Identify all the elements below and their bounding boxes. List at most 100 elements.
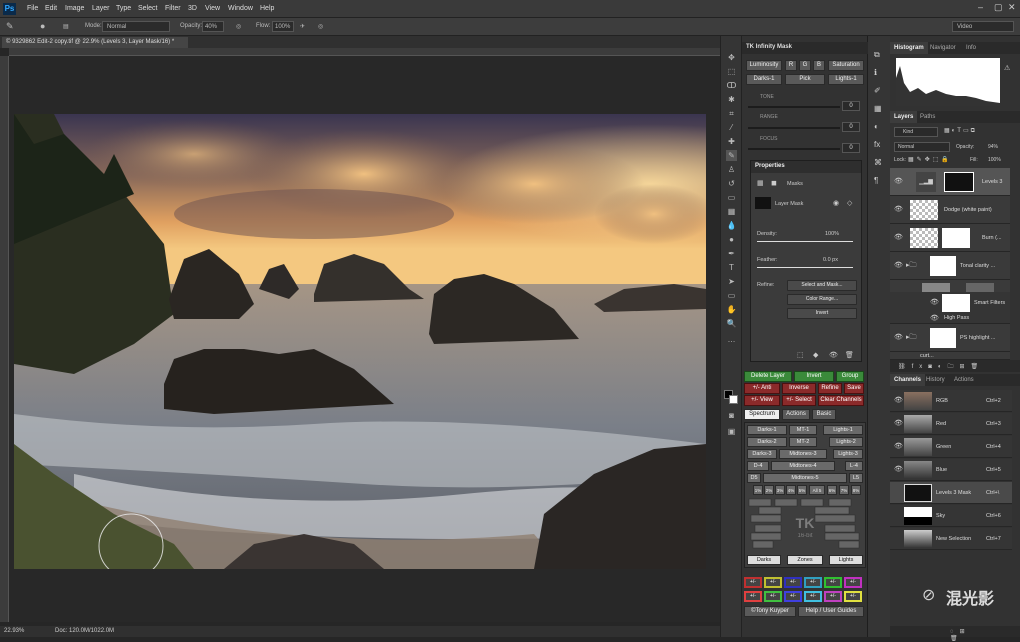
select-and-mask-button[interactable]: Select and Mask... xyxy=(787,280,857,291)
channel-sky[interactable]: Sky Ctrl+6 xyxy=(890,505,1012,527)
pct-5-button[interactable]: 5% xyxy=(797,485,807,495)
tab-history[interactable]: History xyxy=(922,374,949,386)
more-tools-icon[interactable]: … xyxy=(726,334,737,345)
refine-button[interactable]: Refine xyxy=(818,383,842,394)
focus-slider[interactable] xyxy=(748,148,840,150)
g-button[interactable]: G xyxy=(799,60,811,71)
pen-tool-icon[interactable]: ✒ xyxy=(726,248,737,259)
close-icon[interactable]: ✕ xyxy=(1008,2,1016,13)
r-button[interactable]: R xyxy=(785,60,797,71)
channel-rgb[interactable]: 👁 RGB Ctrl+2 xyxy=(890,390,1012,412)
darks-3-button[interactable]: Darks-3 xyxy=(747,449,777,459)
pick-button[interactable]: Pick xyxy=(785,74,825,85)
help-guides-button[interactable]: Help / User Guides xyxy=(798,606,864,617)
layers-footer-icons[interactable]: ⛓fx◙◐🗀⊞🗑 xyxy=(890,360,1020,372)
menu-layer[interactable]: Layer xyxy=(92,5,110,12)
channel-blue[interactable]: 👁 Blue Ctrl+5 xyxy=(890,459,1012,481)
pct-6-button[interactable]: 6% xyxy=(827,485,837,495)
quick-mask-icon[interactable]: ◙ xyxy=(726,410,737,421)
color-cyan-button[interactable]: +/- xyxy=(804,577,822,588)
opacity-input[interactable]: 40% xyxy=(202,21,224,32)
color-blue-2-button[interactable]: +/- xyxy=(784,591,802,602)
menu-help[interactable]: Help xyxy=(260,5,274,12)
visibility-eye-icon[interactable]: 👁 xyxy=(894,442,903,450)
fill-value[interactable]: 100% xyxy=(988,157,1001,163)
tab-histogram[interactable]: Histogram xyxy=(890,42,928,54)
history-brush-icon[interactable]: ↺ xyxy=(726,178,737,189)
menu-type[interactable]: Type xyxy=(116,5,131,12)
adjustments-icon[interactable]: ◐ xyxy=(874,122,879,131)
brush-preset-icon[interactable]: ● xyxy=(40,21,45,31)
lock-icons[interactable]: ▦✎✥⬚🔒 xyxy=(908,156,952,163)
channel-red[interactable]: 👁 Red Ctrl+3 xyxy=(890,413,1012,435)
darks-footer-button[interactable]: Darks xyxy=(747,555,781,565)
zoom-readout[interactable]: 22.93% xyxy=(4,628,24,634)
focus-value[interactable]: 0 xyxy=(842,143,860,153)
marquee-tool-icon[interactable]: ⬚ xyxy=(726,66,737,77)
layer-levels-3[interactable]: 👁 ▁▂▆ Levels 3 xyxy=(890,168,1010,196)
minimize-icon[interactable]: – xyxy=(978,2,983,12)
pct-4-button[interactable]: 4% xyxy=(786,485,796,495)
high-pass-row[interactable]: 👁 High Pass xyxy=(890,312,1010,324)
pixel-mask-icon[interactable]: ▦ xyxy=(757,179,764,187)
group-button[interactable]: Group xyxy=(836,371,864,382)
feather-value[interactable]: 0.0 px xyxy=(823,257,838,263)
layer-curves[interactable]: curt... xyxy=(890,352,1010,360)
invert-mask-button[interactable]: Invert xyxy=(787,308,857,319)
tab-info[interactable]: Info xyxy=(962,42,980,54)
feather-slider[interactable] xyxy=(757,267,853,268)
brush-presets-icon[interactable]: ✐ xyxy=(874,86,881,95)
tab-actions[interactable]: Actions xyxy=(782,409,810,420)
brush-tool-icon[interactable]: ✎ xyxy=(6,21,14,32)
swatches-icon[interactable]: ▦ xyxy=(874,104,882,113)
delete-mask-icon[interactable]: 🗑 xyxy=(845,351,854,359)
darks-2-button[interactable]: Darks-2 xyxy=(747,437,787,447)
blur-tool-icon[interactable]: 💧 xyxy=(726,220,737,231)
range-value[interactable]: 0 xyxy=(842,122,860,132)
luminosity-button[interactable]: Luminosity xyxy=(746,60,782,71)
b-button[interactable]: B xyxy=(813,60,825,71)
invert-button[interactable]: Invert xyxy=(794,371,834,382)
pressure-opacity-icon[interactable]: ◎ xyxy=(236,23,241,30)
tone-slider[interactable] xyxy=(748,106,840,108)
shape-tool-icon[interactable]: ▭ xyxy=(726,290,737,301)
zoom-tool-icon[interactable]: 🔍 xyxy=(726,318,737,329)
color-blue-button[interactable]: +/- xyxy=(784,577,802,588)
pressure-size-icon[interactable]: ◎ xyxy=(318,23,323,30)
tab-channels[interactable]: Channels xyxy=(890,374,926,386)
layer-opacity-value[interactable]: 94% xyxy=(988,144,998,150)
pct-1-button[interactable]: 1% xyxy=(753,485,763,495)
info-panel-icon[interactable]: ℹ xyxy=(874,68,877,77)
visibility-eye-icon[interactable]: 👁 xyxy=(894,177,903,185)
load-selection-icon[interactable]: ⬚ xyxy=(797,351,804,359)
visibility-eye-icon[interactable]: 👁 xyxy=(894,261,903,269)
darks-1-top-button[interactable]: Darks-1 xyxy=(746,74,782,85)
tab-layers[interactable]: Layers xyxy=(890,111,918,123)
move-tool-icon[interactable]: ✥ xyxy=(726,52,737,63)
visibility-eye-icon[interactable]: 👁 xyxy=(894,396,903,404)
mt-1-button[interactable]: MT-1 xyxy=(789,425,817,435)
healing-tool-icon[interactable]: ✚ xyxy=(726,136,737,147)
layer-mask-thumb[interactable] xyxy=(942,228,970,248)
dodge-tool-icon[interactable]: ● xyxy=(726,234,737,245)
lights-1-top-button[interactable]: Lights-1 xyxy=(828,74,864,85)
flow-input[interactable]: 100% xyxy=(272,21,294,32)
crop-tool-icon[interactable]: ⌗ xyxy=(726,108,737,119)
menu-3d[interactable]: 3D xyxy=(188,5,197,12)
group-mask-thumb[interactable] xyxy=(930,328,956,348)
channel-new-selection[interactable]: New Selection Ctrl+7 xyxy=(890,528,1012,550)
range-slider[interactable] xyxy=(748,127,840,129)
screen-mode-icon[interactable]: ▣ xyxy=(726,426,737,437)
eyedropper-tool-icon[interactable]: ⁄ xyxy=(726,122,737,133)
anti-button[interactable]: +/- Anti xyxy=(744,383,780,394)
type-tool-icon[interactable]: T xyxy=(726,262,737,273)
visibility-eye-icon[interactable]: 👁 xyxy=(930,314,939,322)
delete-layer-button[interactable]: Delete Layer xyxy=(744,371,792,382)
layer-dodge[interactable]: 👁 Dodge (white paint) xyxy=(890,196,1010,224)
color-range-button[interactable]: Color Range... xyxy=(787,294,857,305)
menu-window[interactable]: Window xyxy=(228,5,253,12)
menu-edit[interactable]: Edit xyxy=(45,5,57,12)
color-magenta-2-button[interactable]: +/- xyxy=(824,591,842,602)
visibility-eye-icon[interactable]: 👁 xyxy=(894,465,903,473)
midtones-5-button[interactable]: Midtones-5 xyxy=(763,473,847,483)
